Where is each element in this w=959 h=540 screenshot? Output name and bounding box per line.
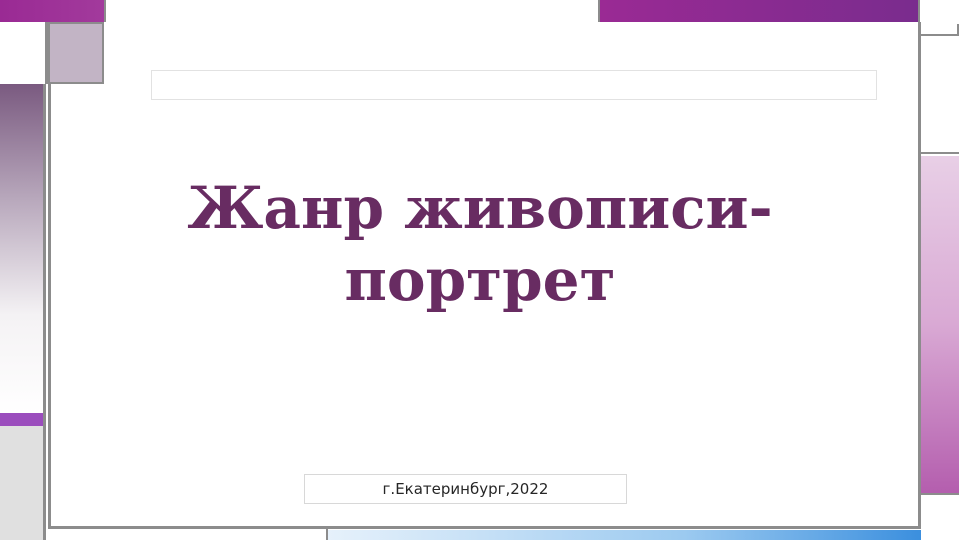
top-frame-strip (104, 0, 600, 24)
slide-title-line-2: портрет (344, 246, 616, 314)
right-top-panel (921, 36, 959, 154)
left-gradient-panel (0, 84, 46, 414)
subtitle-box[interactable]: г.Екатеринбург,2022 (304, 474, 627, 504)
bottom-gradient-bar (328, 530, 921, 540)
left-bottom-panel (0, 426, 46, 540)
top-left-accent-bar (0, 0, 104, 22)
top-right-corner (918, 0, 959, 24)
slide-title-line-1: Жанр живописи- (187, 174, 773, 242)
right-gradient-panel (921, 156, 959, 493)
right-bottom-panel (921, 493, 959, 540)
corner-square (48, 22, 104, 84)
slide-title: Жанр живописи- портрет (130, 172, 830, 316)
top-right-accent-bar (600, 0, 918, 24)
left-top-block (0, 22, 48, 84)
left-accent-strip (0, 413, 46, 426)
header-placeholder-box[interactable] (151, 70, 877, 100)
subtitle-text: г.Екатеринбург,2022 (382, 480, 549, 498)
bottom-left-panel (48, 529, 328, 540)
